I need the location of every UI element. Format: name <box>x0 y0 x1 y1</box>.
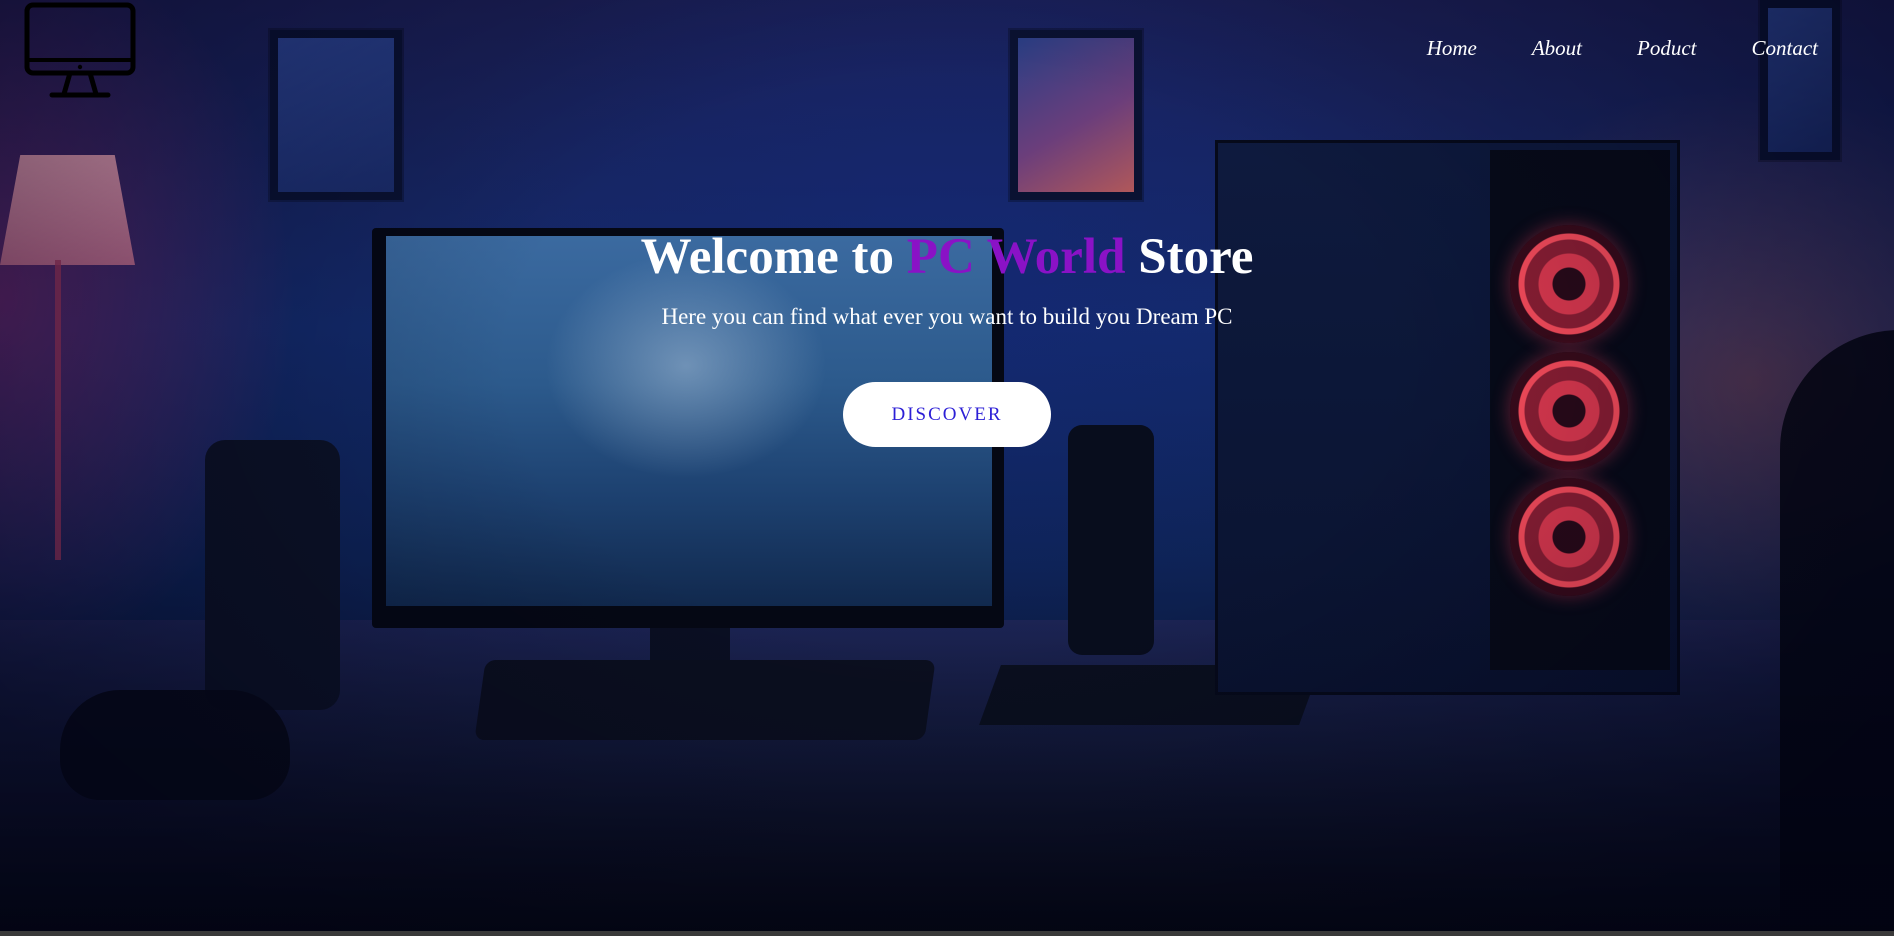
headline-prefix: Welcome to <box>640 229 907 285</box>
overlay <box>0 0 1894 931</box>
headline-suffix: Store <box>1125 229 1254 285</box>
background-image <box>0 0 1894 931</box>
discover-button[interactable]: DISCOVER <box>843 382 1051 447</box>
main-nav: Home About Poduct Contact <box>1372 36 1818 61</box>
desktop-monitor-icon <box>24 2 136 98</box>
nav-about-link[interactable]: About <box>1532 36 1582 61</box>
nav-contact-link[interactable]: Contact <box>1752 36 1819 61</box>
hero-headline: Welcome to PC World Store <box>0 224 1894 290</box>
logo-link[interactable] <box>24 2 136 100</box>
page-bottom-edge <box>0 931 1894 936</box>
hero-subtitle: Here you can find what ever you want to … <box>661 304 1233 329</box>
hero-section: Home About Poduct Contact Welcome to PC … <box>0 0 1894 931</box>
hero-content: Welcome to PC World Store Here you can f… <box>0 224 1894 447</box>
brand-name: PC World <box>906 229 1126 285</box>
nav-home-link[interactable]: Home <box>1427 36 1477 61</box>
nav-product-link[interactable]: Poduct <box>1637 36 1696 61</box>
